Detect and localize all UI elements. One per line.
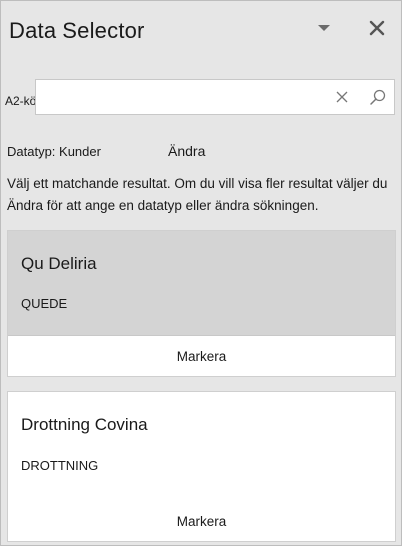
search-input[interactable]: [40, 86, 334, 110]
select-result-button[interactable]: Markera: [8, 335, 395, 376]
search-label: A2-kö: [5, 94, 37, 108]
chevron-down-icon[interactable]: [313, 17, 335, 39]
pane-title: Data Selector: [9, 18, 145, 44]
search-icon[interactable]: [369, 88, 387, 106]
result-card-header[interactable]: Drottning Covina DROTTNING: [8, 392, 395, 503]
datatype-label: Datatyp: Kunder: [7, 144, 101, 159]
result-card[interactable]: Drottning Covina DROTTNING Markera: [7, 391, 396, 542]
result-code: QUEDE: [21, 296, 68, 311]
select-result-button[interactable]: Markera: [8, 501, 395, 541]
pane-title-word-2: Selector: [62, 18, 145, 43]
clear-icon[interactable]: [334, 89, 350, 105]
pane-title-word-1: Data: [9, 18, 57, 43]
result-code: DROTTNING: [21, 458, 99, 473]
result-name: Qu Deliria: [21, 254, 97, 273]
result-card[interactable]: Qu Deliria QUEDE Markera: [7, 230, 396, 377]
result-card-header[interactable]: Qu Deliria QUEDE: [8, 231, 395, 337]
search-box: [35, 79, 395, 115]
close-icon[interactable]: [366, 17, 388, 39]
result-name: Drottning Covina: [21, 415, 148, 434]
change-datatype-link[interactable]: Ändra: [168, 143, 205, 159]
instructions-text: Välj ett matchande resultat. Om du vill …: [7, 176, 388, 213]
data-selector-pane: Data Selector A2-kö Datatyp: Kunder Ändra…: [0, 0, 402, 546]
